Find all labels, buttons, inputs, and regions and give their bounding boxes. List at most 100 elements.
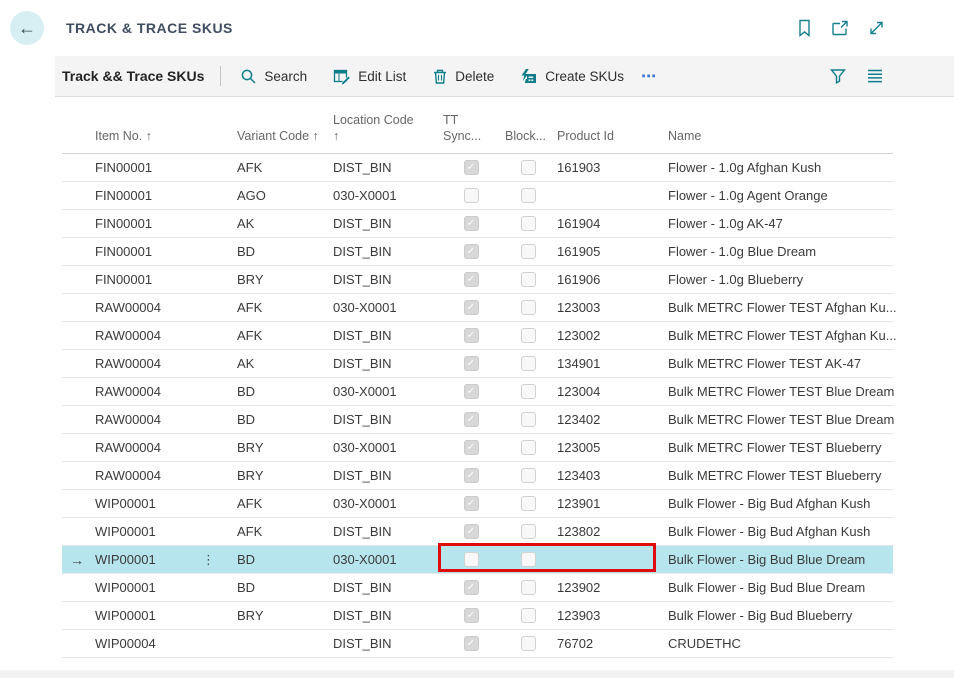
- name-cell[interactable]: Bulk METRC Flower TEST Blue Dream: [665, 412, 893, 427]
- table-row[interactable]: FIN00001 BD DIST_BIN ✓ 161905 Flower - 1…: [62, 238, 893, 266]
- location-code-cell[interactable]: DIST_BIN: [330, 244, 440, 259]
- tt-sync-checkbox[interactable]: ✓: [464, 244, 479, 259]
- item-no-cell[interactable]: WIP00001 ⋮: [92, 552, 234, 568]
- blocked-cell[interactable]: [502, 608, 554, 623]
- item-no-cell[interactable]: RAW00004: [92, 328, 234, 343]
- location-code-cell[interactable]: DIST_BIN: [330, 412, 440, 427]
- tt-sync-checkbox[interactable]: ✓: [464, 300, 479, 315]
- bookmark-icon[interactable]: [796, 19, 813, 38]
- table-row[interactable]: RAW00004 AK DIST_BIN ✓ 134901 Bulk METRC…: [62, 350, 893, 378]
- item-no-cell[interactable]: RAW00004: [92, 468, 234, 483]
- location-code-cell[interactable]: DIST_BIN: [330, 272, 440, 287]
- blocked-cell[interactable]: [502, 636, 554, 651]
- variant-code-cell[interactable]: BRY: [234, 440, 330, 455]
- item-no-cell[interactable]: WIP00001: [92, 580, 234, 595]
- back-button[interactable]: ←: [10, 11, 44, 45]
- column-header-location-code[interactable]: Location Code ↑: [330, 112, 440, 153]
- name-cell[interactable]: Bulk METRC Flower TEST Afghan Ku...: [665, 300, 893, 315]
- variant-code-cell[interactable]: BRY: [234, 272, 330, 287]
- table-row[interactable]: FIN00001 AGO 030-X0001 Flower - 1.0g Age…: [62, 182, 893, 210]
- blocked-cell[interactable]: [502, 468, 554, 483]
- tt-sync-checkbox[interactable]: ✓: [464, 160, 479, 175]
- variant-code-cell[interactable]: AFK: [234, 328, 330, 343]
- tt-sync-cell[interactable]: ✓: [440, 580, 502, 595]
- tt-sync-cell[interactable]: ✓: [440, 328, 502, 343]
- location-code-cell[interactable]: 030-X0001: [330, 300, 440, 315]
- tt-sync-cell[interactable]: ✓: [440, 412, 502, 427]
- blocked-cell[interactable]: [502, 244, 554, 259]
- tt-sync-cell[interactable]: ✓: [440, 496, 502, 511]
- item-no-cell[interactable]: WIP00004: [92, 636, 234, 651]
- blocked-checkbox[interactable]: [521, 496, 536, 511]
- location-code-cell[interactable]: DIST_BIN: [330, 636, 440, 651]
- tt-sync-checkbox[interactable]: ✓: [464, 524, 479, 539]
- item-no-cell[interactable]: FIN00001: [92, 188, 234, 203]
- location-code-cell[interactable]: 030-X0001: [330, 496, 440, 511]
- filter-icon[interactable]: [829, 67, 847, 85]
- location-code-cell[interactable]: 030-X0001: [330, 384, 440, 399]
- table-row[interactable]: FIN00001 BRY DIST_BIN ✓ 161906 Flower - …: [62, 266, 893, 294]
- name-cell[interactable]: CRUDETHC: [665, 636, 893, 651]
- tt-sync-checkbox[interactable]: ✓: [464, 608, 479, 623]
- column-header-blocked[interactable]: Block...: [502, 128, 554, 153]
- create-skus-button[interactable]: Create SKUs: [507, 56, 637, 96]
- location-code-cell[interactable]: DIST_BIN: [330, 216, 440, 231]
- blocked-checkbox[interactable]: [521, 244, 536, 259]
- name-cell[interactable]: Flower - 1.0g Blue Dream: [665, 244, 893, 259]
- blocked-checkbox[interactable]: [521, 356, 536, 371]
- table-row[interactable]: RAW00004 BD DIST_BIN ✓ 123402 Bulk METRC…: [62, 406, 893, 434]
- table-row[interactable]: FIN00001 AK DIST_BIN ✓ 161904 Flower - 1…: [62, 210, 893, 238]
- table-row[interactable]: RAW00004 BRY 030-X0001 ✓ 123005 Bulk MET…: [62, 434, 893, 462]
- tt-sync-cell[interactable]: ✓: [440, 608, 502, 623]
- product-id-cell[interactable]: 123003: [554, 300, 665, 315]
- name-cell[interactable]: Bulk METRC Flower TEST AK-47: [665, 356, 893, 371]
- table-row[interactable]: WIP00004 DIST_BIN ✓ 76702 CRUDETHC: [62, 630, 893, 658]
- item-no-cell[interactable]: FIN00001: [92, 244, 234, 259]
- product-id-cell[interactable]: 123402: [554, 412, 665, 427]
- location-code-cell[interactable]: DIST_BIN: [330, 608, 440, 623]
- blocked-cell[interactable]: [502, 188, 554, 203]
- name-cell[interactable]: Bulk Flower - Big Bud Afghan Kush: [665, 524, 893, 539]
- blocked-checkbox[interactable]: [521, 160, 536, 175]
- blocked-checkbox[interactable]: [521, 188, 536, 203]
- variant-code-cell[interactable]: BRY: [234, 608, 330, 623]
- blocked-cell[interactable]: [502, 328, 554, 343]
- blocked-cell[interactable]: [502, 384, 554, 399]
- tt-sync-cell[interactable]: ✓: [440, 356, 502, 371]
- blocked-checkbox[interactable]: [521, 272, 536, 287]
- product-id-cell[interactable]: 123005: [554, 440, 665, 455]
- variant-code-cell[interactable]: AK: [234, 216, 330, 231]
- column-header-item-no[interactable]: Item No. ↑: [92, 128, 234, 153]
- tt-sync-cell[interactable]: ✓: [440, 300, 502, 315]
- location-code-cell[interactable]: DIST_BIN: [330, 468, 440, 483]
- table-row[interactable]: FIN00001 AFK DIST_BIN ✓ 161903 Flower - …: [62, 154, 893, 182]
- blocked-cell[interactable]: [502, 552, 554, 567]
- location-code-cell[interactable]: DIST_BIN: [330, 328, 440, 343]
- tt-sync-cell[interactable]: ✓: [440, 244, 502, 259]
- variant-code-cell[interactable]: AFK: [234, 524, 330, 539]
- blocked-checkbox[interactable]: [521, 328, 536, 343]
- product-id-cell[interactable]: 76702: [554, 636, 665, 651]
- blocked-checkbox[interactable]: [521, 440, 536, 455]
- product-id-cell[interactable]: 123403: [554, 468, 665, 483]
- edit-list-button[interactable]: Edit List: [320, 56, 419, 96]
- name-cell[interactable]: Bulk METRC Flower TEST Blueberry: [665, 468, 893, 483]
- tt-sync-cell[interactable]: [440, 552, 502, 567]
- variant-code-cell[interactable]: AFK: [234, 300, 330, 315]
- tt-sync-checkbox[interactable]: ✓: [464, 216, 479, 231]
- item-no-cell[interactable]: RAW00004: [92, 384, 234, 399]
- variant-code-cell[interactable]: AGO: [234, 188, 330, 203]
- row-options-icon[interactable]: ⋮: [202, 552, 215, 568]
- blocked-cell[interactable]: [502, 440, 554, 455]
- location-code-cell[interactable]: DIST_BIN: [330, 160, 440, 175]
- name-cell[interactable]: Flower - 1.0g Afghan Kush: [665, 160, 893, 175]
- product-id-cell[interactable]: 123902: [554, 580, 665, 595]
- variant-code-cell[interactable]: BD: [234, 384, 330, 399]
- tt-sync-checkbox[interactable]: ✓: [464, 496, 479, 511]
- column-header-product-id[interactable]: Product Id: [554, 128, 665, 153]
- blocked-checkbox[interactable]: [521, 580, 536, 595]
- table-row[interactable]: → WIP00001 ⋮ BD 030-X0001 Bulk Flower - …: [62, 546, 893, 574]
- tt-sync-checkbox[interactable]: ✓: [464, 356, 479, 371]
- item-no-cell[interactable]: RAW00004: [92, 440, 234, 455]
- tt-sync-checkbox[interactable]: ✓: [464, 412, 479, 427]
